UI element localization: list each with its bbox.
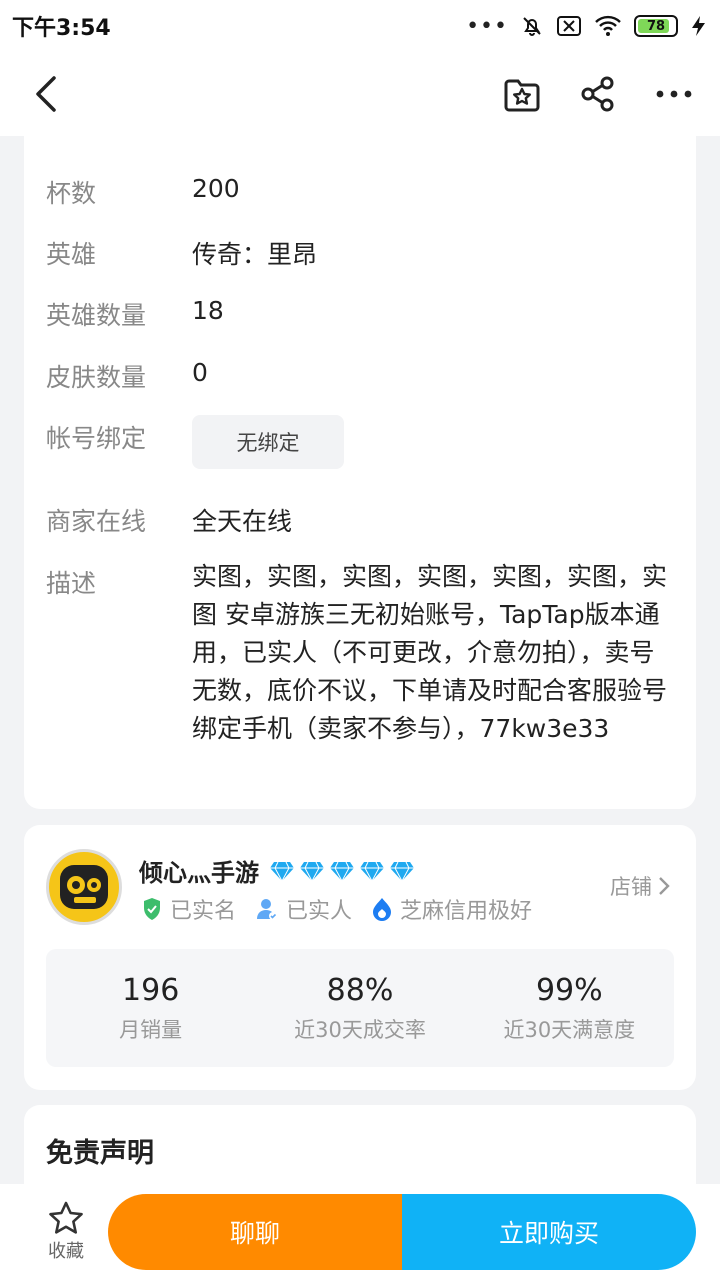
seller-card: 倾心灬手游 已实名 已实人 芝麻信用极好 店铺 196 月销量 88% 近30天… — [24, 825, 696, 1090]
favorite-button[interactable]: 收藏 — [40, 1201, 92, 1263]
detail-value: 全天在线 — [192, 507, 293, 536]
back-button[interactable] — [24, 72, 68, 116]
detail-row-hero: 英雄 传奇：里昂 — [46, 235, 674, 271]
status-time: 下午3:54 — [12, 16, 111, 41]
detail-label: 英雄数量 — [46, 301, 147, 330]
detail-label: 描述 — [46, 569, 97, 598]
battery-indicator: 78 — [634, 15, 678, 37]
action-buttons: 聊聊 立即购买 — [108, 1194, 696, 1270]
diamond-icon — [360, 861, 384, 882]
shop-name: 倾心灬手游 — [139, 859, 259, 887]
skull-logo-icon — [60, 865, 108, 909]
mute-bell-icon — [523, 17, 541, 36]
stat-monthly-sales: 196 月销量 — [119, 972, 183, 1042]
verified-person-badge: 已实人 — [256, 893, 352, 925]
detail-value: 0 — [192, 358, 208, 387]
avatar[interactable] — [46, 849, 122, 925]
shop-link[interactable]: 店铺 — [610, 871, 670, 901]
shield-check-icon — [144, 898, 160, 920]
detail-label: 商家在线 — [46, 507, 147, 536]
detail-label: 杯数 — [46, 179, 97, 208]
detail-row-online: 商家在线 全天在线 — [46, 502, 674, 538]
buy-now-button[interactable]: 立即购买 — [402, 1194, 696, 1270]
more-button[interactable] — [652, 72, 696, 116]
detail-row-binding: 帐号绑定 无绑定 — [46, 415, 674, 469]
seller-badges: 已实名 已实人 芝麻信用极好 — [142, 893, 532, 925]
detail-value: 200 — [192, 174, 240, 203]
favorite-folder-button[interactable] — [500, 72, 544, 116]
binding-chip: 无绑定 — [192, 415, 344, 469]
disclaimer-title: 免责声明 — [46, 1138, 154, 1169]
chevron-right-icon — [659, 877, 670, 895]
seller-stats: 196 月销量 88% 近30天成交率 99% 近30天满意度 — [46, 949, 674, 1067]
bottom-action-bar: 收藏 聊聊 立即购买 — [0, 1184, 720, 1280]
diamond-icon — [300, 861, 324, 882]
detail-value: 18 — [192, 296, 224, 325]
verified-name-badge: 已实名 — [142, 893, 236, 925]
wifi-icon — [595, 15, 621, 36]
diamond-icon — [390, 861, 414, 882]
detail-row-skin-count: 皮肤数量 0 — [46, 358, 674, 394]
detail-value: 传奇：里昂 — [192, 240, 318, 269]
diamond-icon — [270, 861, 294, 882]
detail-label: 英雄 — [46, 240, 97, 269]
sesame-flame-icon — [373, 898, 392, 921]
chevron-left-icon — [36, 76, 56, 112]
details-card: 杯数 200 英雄 传奇：里昂 英雄数量 18 皮肤数量 0 帐号绑定 无绑定 … — [24, 136, 696, 809]
star-folder-icon — [504, 79, 540, 112]
shop-name-row: 倾心灬手游 — [139, 853, 415, 888]
more-horizontal-icon — [656, 90, 692, 98]
stat-satisfaction: 99% 近30天满意度 — [503, 972, 636, 1042]
sesame-credit-badge: 芝麻信用极好 — [372, 893, 532, 925]
status-bar: 下午3:54 ••• 78 — [0, 0, 720, 52]
person-check-icon — [257, 899, 278, 920]
detail-label: 帐号绑定 — [46, 424, 147, 453]
status-icons: ••• 78 — [466, 14, 708, 39]
no-sim-icon — [557, 16, 581, 36]
diamond-icon — [330, 861, 354, 882]
share-button[interactable] — [576, 72, 620, 116]
detail-row-cups: 杯数 200 — [46, 174, 674, 210]
star-icon — [49, 1201, 83, 1234]
nav-bar — [0, 52, 720, 136]
detail-row-hero-count: 英雄数量 18 — [46, 296, 674, 332]
disclaimer-card: 免责声明 — [24, 1105, 696, 1184]
share-icon — [581, 76, 614, 112]
charging-icon — [692, 16, 705, 36]
detail-row-description: 描述 实图，实图，实图，实图，实图，实图，实图 安卓游族三无初始账号，TapTa… — [46, 562, 674, 748]
description-text: 实图，实图，实图，实图，实图，实图，实图 安卓游族三无初始账号，TapTap版本… — [192, 562, 668, 743]
chat-button[interactable]: 聊聊 — [108, 1194, 402, 1270]
detail-label: 皮肤数量 — [46, 363, 147, 392]
stat-deal-rate: 88% 近30天成交率 — [294, 972, 426, 1042]
more-dots-icon: ••• — [466, 13, 508, 39]
scroll-content[interactable]: 杯数 200 英雄 传奇：里昂 英雄数量 18 皮肤数量 0 帐号绑定 无绑定 … — [0, 136, 720, 1184]
favorite-label: 收藏 — [48, 1241, 84, 1262]
seller-level-diamonds — [269, 860, 415, 882]
